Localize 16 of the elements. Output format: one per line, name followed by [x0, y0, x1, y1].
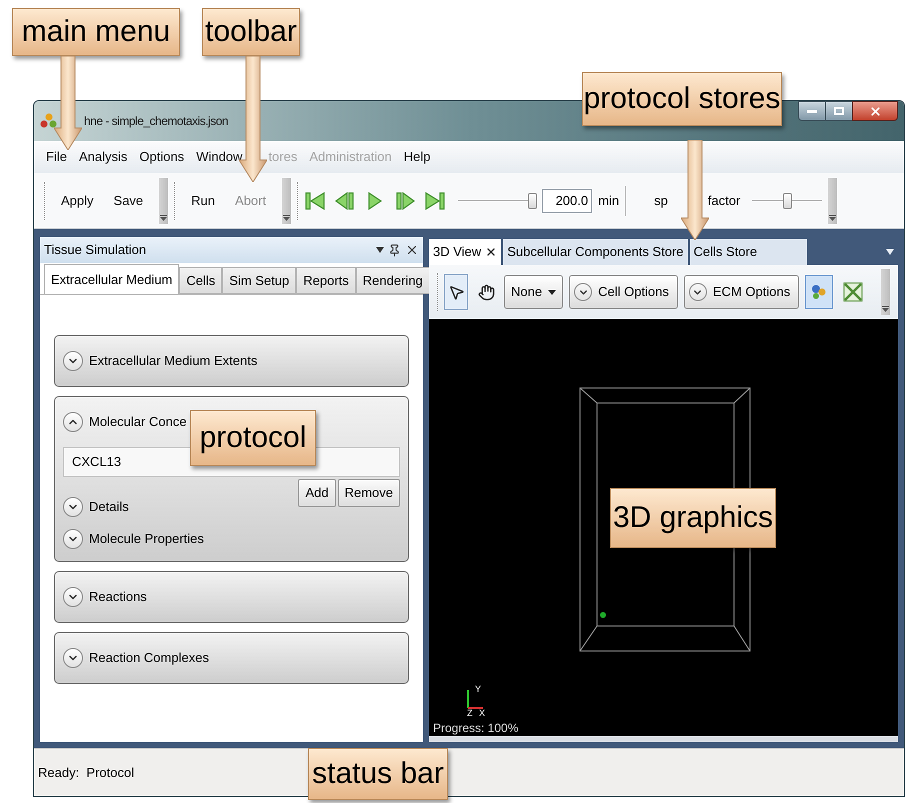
speed-label: sp — [654, 192, 668, 210]
axis-label: X — [479, 709, 486, 718]
callout-tooltip: status bar — [308, 748, 448, 800]
callout-tooltip: toolbar — [202, 8, 300, 56]
callout-tooltip: 3D graphics — [610, 488, 776, 548]
callout-tooltip: main menu — [12, 8, 180, 56]
callout-tooltip: protocol — [190, 410, 316, 466]
speed-label: factor — [708, 192, 740, 210]
status-text: Ready: Protocol — [38, 764, 134, 782]
axis-label: Z — [467, 709, 472, 718]
window-title: hne - simple_chemotaxis.json — [84, 113, 228, 130]
panel-title: Tissue Simulation — [44, 241, 146, 260]
callout-tooltip: protocol stores — [582, 72, 782, 126]
time-unit: min — [598, 192, 620, 210]
axis-label: Y — [475, 685, 482, 694]
progress-text: Progress: 100% — [433, 722, 518, 734]
